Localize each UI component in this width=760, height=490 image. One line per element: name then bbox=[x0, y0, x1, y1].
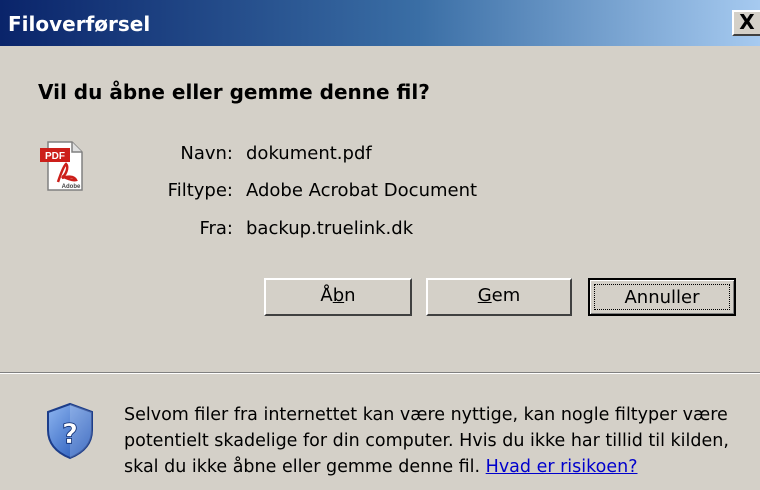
file-download-dialog: Filoverførsel X Vil du åbne eller gemme … bbox=[0, 0, 760, 490]
security-warning: Selvom filer fra internettet kan være ny… bbox=[124, 402, 754, 480]
cancel-button[interactable]: Annuller bbox=[588, 278, 736, 316]
window-title: Filoverførsel bbox=[8, 12, 151, 36]
warning-text: Selvom filer fra internettet kan være ny… bbox=[124, 405, 729, 477]
risk-link[interactable]: Hvad er risikoen? bbox=[486, 457, 638, 477]
security-shield-question-icon: ? bbox=[47, 402, 93, 460]
save-button-label: Gem bbox=[477, 285, 521, 306]
filetype-value: Adobe Acrobat Document bbox=[246, 180, 478, 201]
svg-text:?: ? bbox=[62, 417, 78, 450]
name-value: dokument.pdf bbox=[246, 143, 372, 164]
open-button[interactable]: Åbn bbox=[264, 278, 412, 316]
close-icon: X bbox=[739, 10, 755, 34]
from-label: Fra: bbox=[199, 218, 233, 239]
close-button[interactable]: X bbox=[732, 10, 760, 36]
filetype-label: Filtype: bbox=[167, 180, 233, 201]
save-button[interactable]: Gem bbox=[426, 278, 572, 316]
name-label: Navn: bbox=[180, 143, 233, 164]
focus-rectangle: Annuller bbox=[594, 284, 730, 310]
separator-highlight bbox=[0, 373, 760, 374]
from-value: backup.truelink.dk bbox=[246, 218, 414, 239]
open-button-label: Åbn bbox=[320, 285, 356, 306]
title-bar[interactable]: Filoverførsel X bbox=[0, 0, 760, 46]
dialog-question: Vil du åbne eller gemme denne fil? bbox=[38, 80, 430, 104]
cancel-button-label: Annuller bbox=[624, 287, 700, 308]
